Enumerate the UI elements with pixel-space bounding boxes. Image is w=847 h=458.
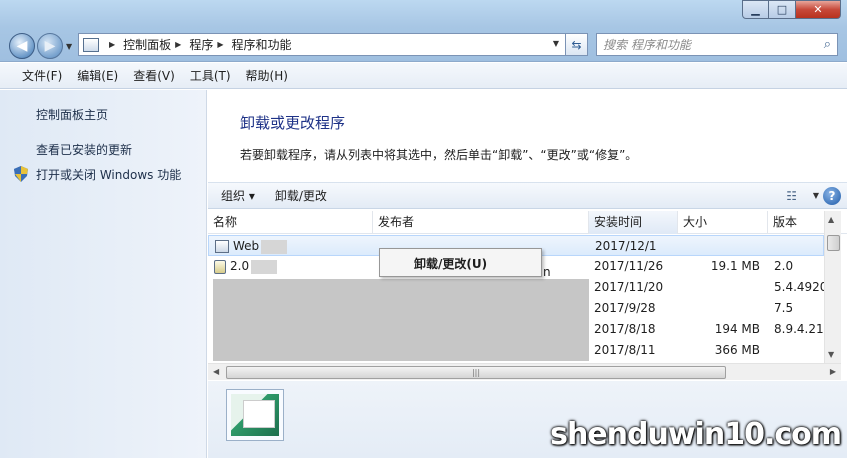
publisher-text-fragment: n xyxy=(543,265,551,279)
sidebar-item-control-panel-home[interactable]: 控制面板主页 xyxy=(36,106,108,123)
horizontal-scrollbar[interactable]: ◀ ||| ▶ xyxy=(208,363,841,380)
menu-view[interactable]: 查看(V) xyxy=(133,67,175,84)
chevron-right-icon[interactable]: ▶ xyxy=(175,40,181,49)
window-controls: ▁ □ ✕ xyxy=(742,0,841,19)
program-version: 7.5 xyxy=(774,301,794,315)
install-date: 2017/8/11 xyxy=(594,343,656,357)
column-install-date[interactable]: 安装时间 xyxy=(589,211,678,234)
maximize-button[interactable]: □ xyxy=(769,0,796,19)
minimize-button[interactable]: ▁ xyxy=(742,0,769,19)
program-size: 194 MB xyxy=(714,322,760,336)
redacted-block xyxy=(251,259,278,274)
redacted-block xyxy=(261,239,288,254)
control-panel-icon xyxy=(83,37,99,52)
chevron-right-icon[interactable]: ▶ xyxy=(217,40,223,49)
sidebar-item-installed-updates[interactable]: 查看已安装的更新 xyxy=(36,141,132,158)
command-toolbar: 组织 ▾ 卸载/更改 ☷ ▼ ? xyxy=(208,182,847,209)
search-icon[interactable]: ⌕ xyxy=(824,37,831,52)
program-name: Web xyxy=(233,239,260,253)
search-input[interactable]: 搜索 程序和功能 ⌕ xyxy=(596,33,838,56)
chevron-right-icon[interactable]: ▶ xyxy=(109,40,115,49)
view-dropdown-icon[interactable]: ▼ xyxy=(813,191,819,200)
help-button[interactable]: ? xyxy=(823,187,841,205)
menu-edit[interactable]: 编辑(E) xyxy=(77,67,118,84)
scroll-left-icon[interactable]: ◀ xyxy=(213,367,219,376)
page-description: 若要卸载程序，请从列表中将其选中，然后单击“卸载”、“更改”或“修复”。 xyxy=(240,148,638,162)
column-version[interactable]: 版本 xyxy=(768,211,824,234)
address-dropdown-icon[interactable]: ▼ xyxy=(553,39,559,48)
window-frame: ▁ □ ✕ ◀ ▶ ▼ ▶ 控制面板 ▶ 程序 ▶ 程序和功能 ▼ ⇆ 搜索 程序和… xyxy=(0,0,847,62)
scroll-up-icon[interactable]: ▲ xyxy=(828,215,834,224)
program-size: 366 MB xyxy=(714,343,760,357)
breadcrumb-label: 控制面板 xyxy=(123,38,172,52)
program-size xyxy=(678,298,760,319)
site-watermark: shenduwin10.com xyxy=(550,417,842,452)
program-version: 5.4.4920 xyxy=(774,280,824,294)
program-size: 19.1 MB xyxy=(710,259,760,273)
breadcrumb-label: 程序和功能 xyxy=(231,38,292,52)
menu-tools[interactable]: 工具(T) xyxy=(190,67,231,84)
breadcrumb-programs[interactable]: 程序 ▶ xyxy=(189,36,231,53)
install-date: 2017/11/26 xyxy=(594,259,664,273)
page-title: 卸载或更改程序 xyxy=(240,114,346,132)
column-size[interactable]: 大小 xyxy=(678,211,768,234)
arrow-left-icon: ◀ xyxy=(16,38,28,54)
scroll-down-icon[interactable]: ▼ xyxy=(828,350,834,359)
main-pane: 卸载或更改程序 若要卸载程序，请从列表中将其选中，然后单击“卸载”、“更改”或“… xyxy=(208,90,847,458)
uninstall-change-button[interactable]: 卸载/更改 xyxy=(275,187,327,204)
forward-button[interactable]: ▶ xyxy=(37,33,63,59)
shield-icon xyxy=(14,166,28,182)
recent-pages-dropdown[interactable]: ▼ xyxy=(66,42,72,51)
navigation-pane: 控制面板主页 查看已安装的更新 打开或关闭 Windows 功能 xyxy=(0,90,207,458)
refresh-icon: ⇆ xyxy=(571,37,582,52)
scroll-thumb[interactable] xyxy=(827,235,840,251)
program-version xyxy=(774,340,824,361)
program-size xyxy=(678,277,760,298)
refresh-button[interactable]: ⇆ xyxy=(566,33,588,56)
install-date: 2017/11/20 xyxy=(594,280,664,294)
search-placeholder: 搜索 程序和功能 xyxy=(603,38,691,52)
program-version xyxy=(775,236,824,257)
breadcrumb-programs-features[interactable]: 程序和功能 xyxy=(232,36,292,53)
program-thumbnail xyxy=(226,389,284,441)
scroll-right-icon[interactable]: ▶ xyxy=(830,367,836,376)
organize-button[interactable]: 组织 ▾ xyxy=(221,187,255,204)
context-menu-uninstall-change[interactable]: 卸载/更改(U) xyxy=(414,255,487,272)
column-name[interactable]: 名称 xyxy=(208,211,373,234)
program-icon xyxy=(215,240,229,253)
menu-file[interactable]: 文件(F) xyxy=(22,67,62,84)
close-button[interactable]: ✕ xyxy=(796,0,841,19)
program-icon xyxy=(214,259,226,274)
column-header: 名称 发布者 安装时间 大小 版本 xyxy=(208,211,847,234)
program-version: 8.9.4.216 xyxy=(774,322,824,336)
install-date: 2017/8/18 xyxy=(594,322,656,336)
address-bar[interactable]: ▶ 控制面板 ▶ 程序 ▶ 程序和功能 ▼ xyxy=(78,33,566,56)
redacted-region xyxy=(213,279,589,361)
program-size xyxy=(679,236,761,257)
install-date: 2017/12/1 xyxy=(595,239,657,253)
breadcrumb-label: 程序 xyxy=(189,38,214,52)
context-menu: 卸载/更改(U) xyxy=(379,248,542,277)
program-name: 2.0 xyxy=(230,259,250,273)
program-version: 2.0 xyxy=(774,259,794,273)
column-publisher[interactable]: 发布者 xyxy=(373,211,589,234)
vertical-scrollbar[interactable]: ▲ ▼ xyxy=(824,211,841,363)
menu-help[interactable]: 帮助(H) xyxy=(246,67,288,84)
view-options-icon[interactable]: ☷ xyxy=(786,189,797,203)
scroll-thumb[interactable]: ||| xyxy=(226,366,726,379)
sidebar-item-windows-features[interactable]: 打开或关闭 Windows 功能 xyxy=(36,166,181,183)
breadcrumb-control-panel[interactable]: 控制面板 ▶ xyxy=(123,36,189,53)
back-button[interactable]: ◀ xyxy=(9,33,35,59)
menu-bar: 文件(F) 编辑(E) 查看(V) 工具(T) 帮助(H) xyxy=(0,63,847,89)
install-date: 2017/9/28 xyxy=(594,301,656,315)
arrow-right-icon: ▶ xyxy=(44,38,56,54)
